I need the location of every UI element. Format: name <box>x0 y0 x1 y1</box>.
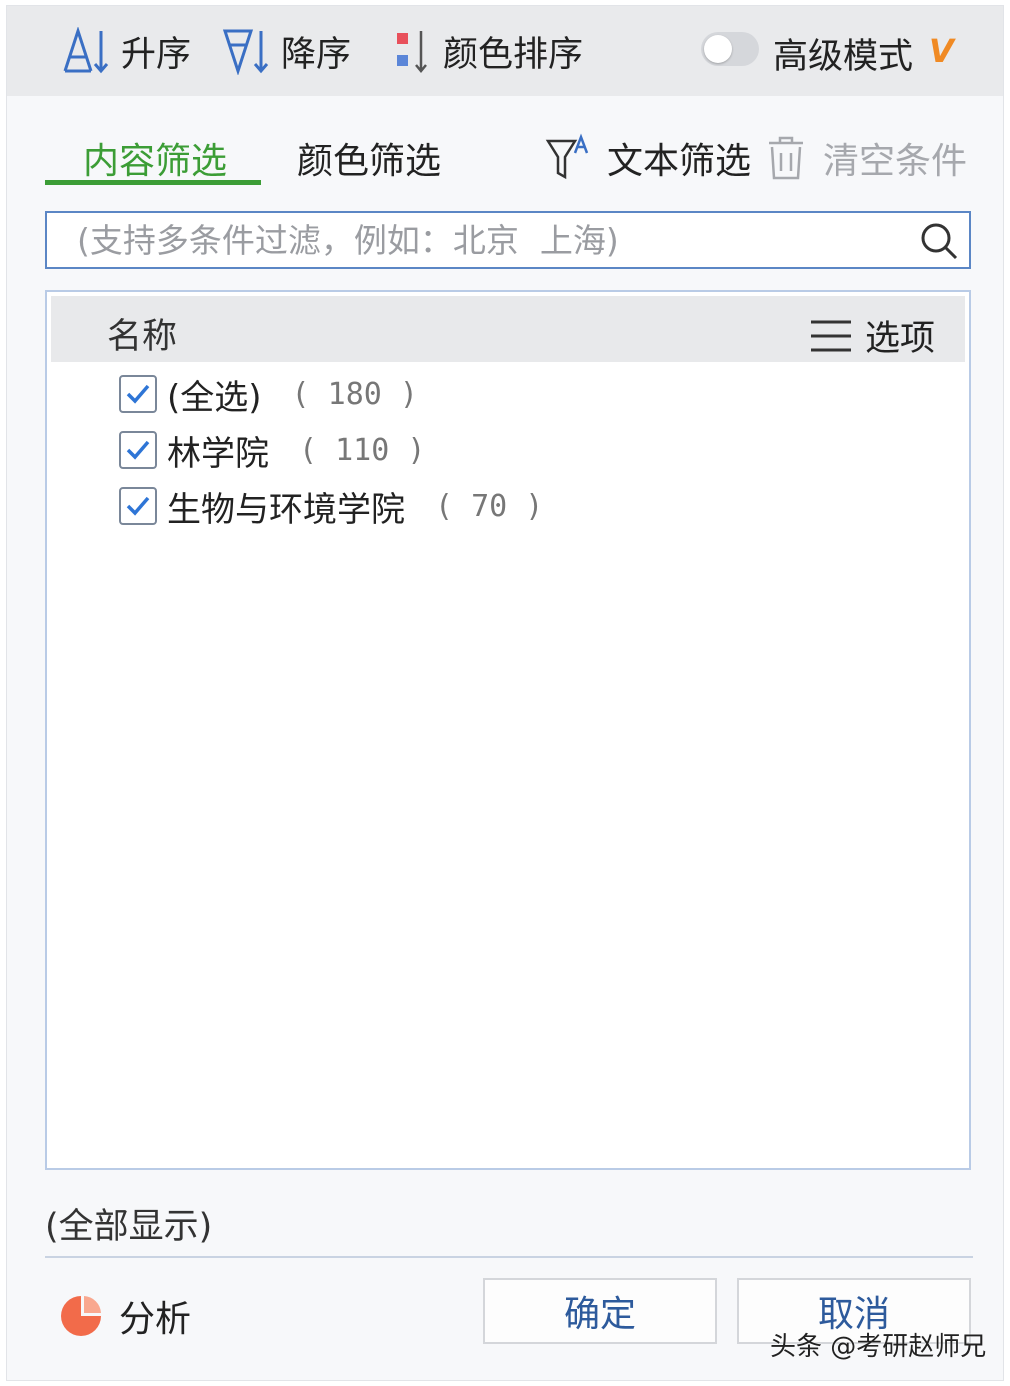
filter-panel: 升序 降序 颜色排序 高级模式 V 内容筛选 颜色筛选 文本筛选 清空条件 (支… <box>6 5 1004 1381</box>
advanced-mode-label: 高级模式 <box>773 37 914 77</box>
color-sort-icon <box>397 31 427 73</box>
analysis-button[interactable]: 分析 <box>59 1290 191 1342</box>
menu-lines-icon <box>810 320 851 351</box>
analysis-label: 分析 <box>119 1299 192 1340</box>
color-sort-label: 颜色排序 <box>443 34 584 75</box>
list-item[interactable]: 生物与环境学院 ( 70 ) <box>119 482 543 530</box>
show-all-link[interactable]: (全部显示) <box>45 1198 212 1249</box>
tab-content-filter[interactable]: 内容筛选 <box>83 132 227 184</box>
text-filter-label: 文本筛选 <box>607 141 752 182</box>
list-header: 名称 选项 <box>51 296 965 362</box>
pie-chart-icon <box>61 1296 101 1336</box>
text-filter-button[interactable]: 文本筛选 <box>545 132 751 184</box>
options-button[interactable]: 选项 <box>809 310 935 361</box>
trash-icon <box>769 136 803 180</box>
footer-divider <box>45 1256 973 1258</box>
vip-icon: V <box>929 32 954 70</box>
active-tab-underline <box>45 180 261 185</box>
search-box <box>45 211 971 269</box>
sort-toolbar: 升序 降序 颜色排序 高级模式 V <box>7 6 1003 96</box>
ok-button[interactable]: 确定 <box>483 1278 717 1344</box>
sort-ascending-button[interactable]: 升序 <box>61 26 191 76</box>
sort-ascending-icon <box>63 27 109 74</box>
checkbox-select-all[interactable] <box>119 375 157 413</box>
column-name-header: 名称 <box>107 317 178 357</box>
color-sort-button[interactable]: 颜色排序 <box>393 26 583 76</box>
list-item-label: 林学院 <box>167 433 269 474</box>
watermark: 头条 @考研赵师兄 <box>770 1332 987 1362</box>
checkbox[interactable] <box>119 487 157 525</box>
sort-ascending-label: 升序 <box>121 34 192 75</box>
check-icon <box>126 496 150 516</box>
list-item[interactable]: 林学院 ( 110 ) <box>119 426 425 474</box>
sort-descending-icon <box>222 29 269 75</box>
checkbox[interactable] <box>119 431 157 469</box>
text-filter-icon <box>545 133 589 180</box>
list-item-count: ( 70 ) <box>435 488 544 524</box>
list-item-count: ( 180 ) <box>291 376 418 412</box>
list-item-count: ( 110 ) <box>299 432 426 468</box>
options-label: 选项 <box>864 319 935 359</box>
check-icon <box>126 440 150 460</box>
clear-conditions-button[interactable]: 清空条件 <box>765 132 967 184</box>
tab-color-filter[interactable]: 颜色筛选 <box>297 132 441 184</box>
list-item-select-all[interactable]: (全选) ( 180 ) <box>119 370 418 418</box>
search-icon[interactable] <box>919 221 959 261</box>
clear-conditions-label: 清空条件 <box>823 141 968 182</box>
sort-descending-label: 降序 <box>281 34 352 75</box>
value-list[interactable]: 名称 选项 (全选) ( 180 ) 林学院 (110) 生物与环境学院 (… <box>45 290 971 1170</box>
list-item-label: (全选) <box>167 377 262 418</box>
advanced-mode-toggle[interactable] <box>701 32 759 66</box>
check-icon <box>126 384 150 404</box>
search-input[interactable] <box>47 213 937 267</box>
list-item-label: 生物与环境学院 <box>167 489 405 530</box>
toggle-knob <box>704 35 732 63</box>
sort-descending-button[interactable]: 降序 <box>221 26 351 76</box>
